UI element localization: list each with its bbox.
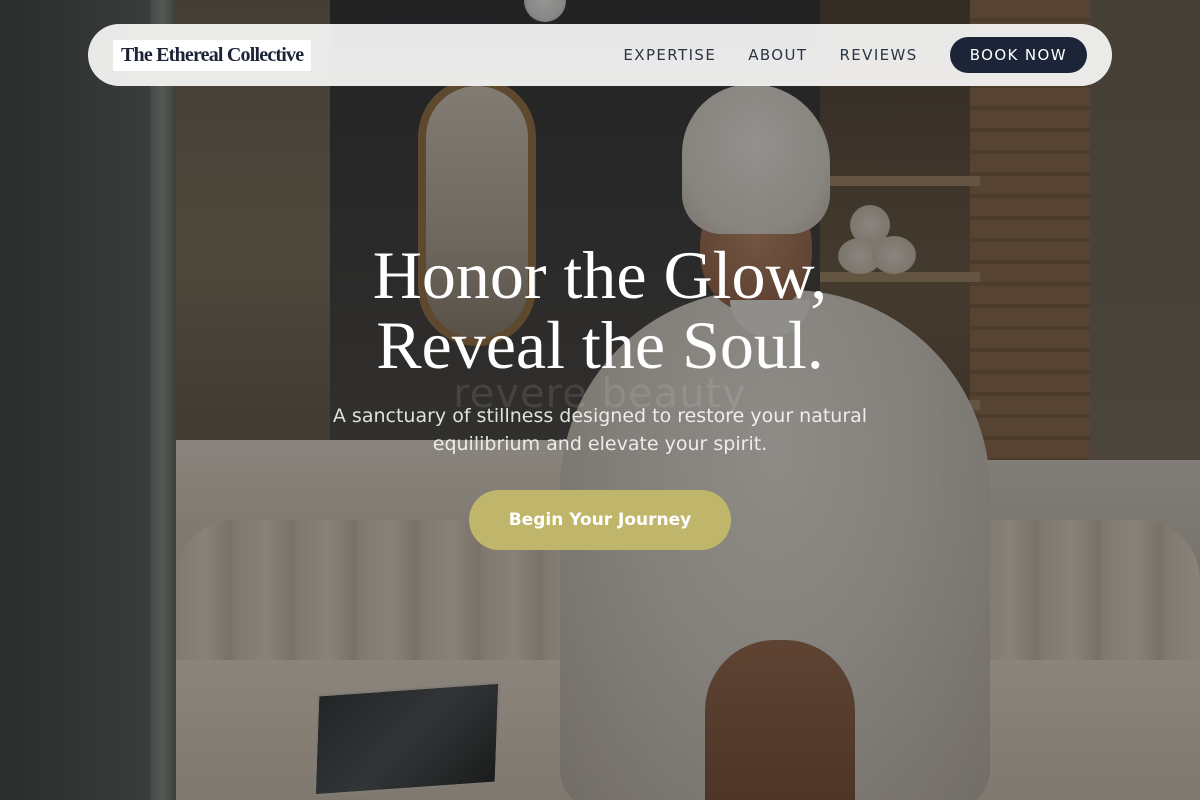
- nav-link-reviews[interactable]: REVIEWS: [839, 46, 917, 64]
- nav-links: EXPERTISE ABOUT REVIEWS BOOK NOW: [591, 37, 1087, 73]
- top-navbar: The Ethereal Collective EXPERTISE ABOUT …: [88, 24, 1112, 86]
- brand-logo[interactable]: The Ethereal Collective: [113, 39, 312, 71]
- hero-title-line-1: Honor the Glow,: [372, 237, 828, 313]
- nav-link-about[interactable]: ABOUT: [748, 46, 807, 64]
- hero-title-line-2: Reveal the Soul.: [376, 307, 824, 383]
- hero-subtitle: A sanctuary of stillness designed to res…: [332, 405, 868, 455]
- book-now-button[interactable]: BOOK NOW: [949, 37, 1087, 73]
- hero-title: Honor the Glow, Reveal the Soul.: [0, 240, 1200, 380]
- hero-content: Honor the Glow, Reveal the Soul. A sanct…: [0, 240, 1200, 550]
- begin-journey-button[interactable]: Begin Your Journey: [469, 490, 731, 550]
- nav-link-expertise[interactable]: EXPERTISE: [623, 46, 716, 64]
